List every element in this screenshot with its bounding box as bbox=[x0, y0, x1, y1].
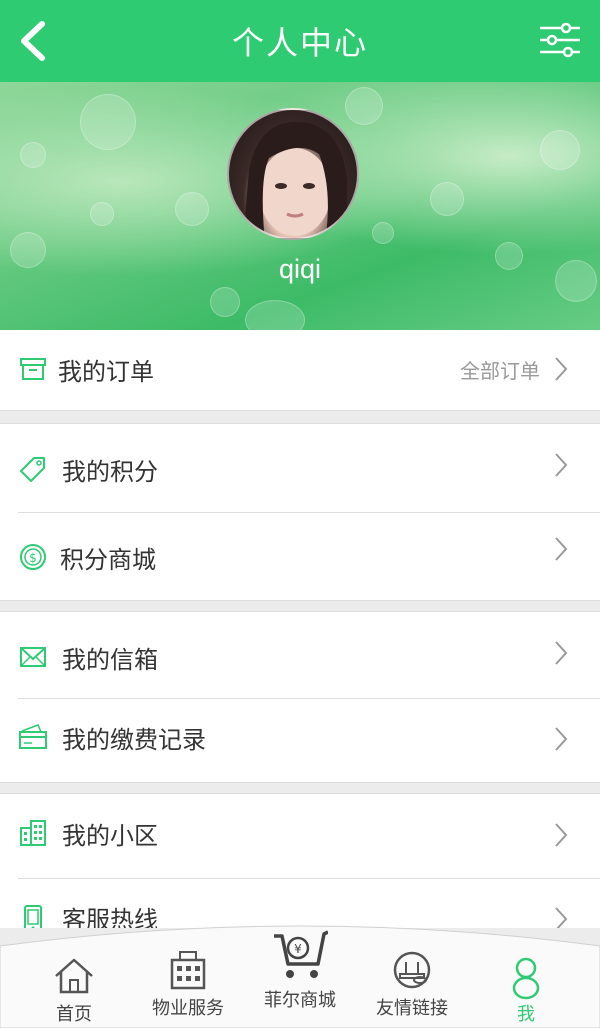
decor-bubble bbox=[540, 130, 580, 170]
tab-shop[interactable]: ¥ 菲尔商城 bbox=[240, 926, 360, 1011]
tab-me[interactable]: 我 bbox=[466, 952, 586, 1028]
tab-property-service[interactable]: 物业服务 bbox=[128, 946, 248, 1028]
decor-bubble bbox=[372, 222, 394, 244]
svg-text:$: $ bbox=[29, 551, 37, 565]
tab-label: 物业服务 bbox=[152, 998, 224, 1019]
menu-item-label: 我的积分 bbox=[62, 458, 158, 486]
chevron-right-icon bbox=[555, 453, 568, 477]
menu-item-points-mall[interactable]: $ 积分商城 bbox=[0, 512, 600, 600]
decor-bubble bbox=[245, 300, 305, 330]
decor-bubble bbox=[430, 182, 464, 216]
chevron-right-icon bbox=[555, 357, 568, 381]
menu-item-inbox[interactable]: 我的信箱 bbox=[0, 612, 600, 698]
chevron-right-icon bbox=[555, 537, 568, 561]
menu-item-orders[interactable]: 我的订单 全部订单 bbox=[0, 330, 600, 410]
decor-bubble bbox=[90, 202, 114, 226]
menu-item-label: 积分商城 bbox=[60, 546, 156, 574]
link-icon bbox=[393, 951, 431, 989]
decor-bubble bbox=[345, 87, 383, 125]
box-icon bbox=[20, 358, 46, 380]
person-icon bbox=[512, 957, 540, 1000]
tag-icon bbox=[20, 457, 45, 482]
menu-item-payments[interactable]: 我的缴费记录 bbox=[0, 698, 600, 782]
menu-item-label: 我的订单 bbox=[58, 358, 154, 386]
top-bar: 个人中心 bbox=[0, 0, 600, 82]
username: qiqi bbox=[278, 254, 322, 284]
decor-bubble bbox=[175, 192, 209, 226]
avatar-portrait bbox=[243, 121, 347, 238]
shopping-cart-icon: ¥ bbox=[274, 930, 328, 978]
community-section: 我的小区 客服热线 bbox=[0, 793, 600, 928]
building-icon bbox=[170, 951, 206, 990]
tab-home[interactable]: 首页 bbox=[14, 946, 134, 1028]
points-section: 我的积分 $ 积分商城 bbox=[0, 423, 600, 601]
chevron-right-icon bbox=[555, 823, 568, 847]
decor-bubble bbox=[210, 287, 240, 317]
menu-item-points[interactable]: 我的积分 bbox=[0, 424, 600, 512]
tab-friend-links[interactable]: 友情链接 bbox=[352, 946, 472, 1028]
page-title: 个人中心 bbox=[231, 24, 368, 62]
avatar[interactable] bbox=[227, 108, 359, 240]
svg-text:¥: ¥ bbox=[294, 942, 302, 956]
tab-label: 菲尔商城 bbox=[264, 990, 336, 1011]
orders-section: 我的订单 全部订单 bbox=[0, 330, 600, 411]
coin-icon: $ bbox=[20, 544, 46, 570]
tab-label: 我 bbox=[517, 1004, 535, 1025]
home-icon bbox=[55, 958, 93, 994]
card-icon bbox=[19, 724, 47, 749]
chevron-right-icon bbox=[555, 641, 568, 665]
menu-item-label: 我的小区 bbox=[62, 822, 158, 850]
bottom-tab-bar: 首页 物业服务 ¥ 菲尔商城 友情链接 我 bbox=[0, 920, 600, 1028]
menu-item-label: 我的信箱 bbox=[62, 646, 158, 674]
decor-bubble bbox=[80, 94, 136, 150]
menu-item-label: 我的缴费记录 bbox=[62, 726, 206, 754]
menu-item-community[interactable]: 我的小区 bbox=[0, 794, 600, 878]
chevron-right-icon bbox=[555, 727, 568, 751]
decor-bubble bbox=[20, 142, 46, 168]
inbox-section: 我的信箱 我的缴费记录 bbox=[0, 611, 600, 783]
all-orders-link[interactable]: 全部订单 bbox=[460, 355, 540, 384]
envelope-icon bbox=[20, 647, 46, 667]
tab-label: 友情链接 bbox=[376, 998, 448, 1019]
tab-label: 首页 bbox=[56, 1004, 92, 1025]
filter-sliders-icon[interactable] bbox=[538, 20, 582, 60]
buildings-icon bbox=[20, 820, 46, 846]
